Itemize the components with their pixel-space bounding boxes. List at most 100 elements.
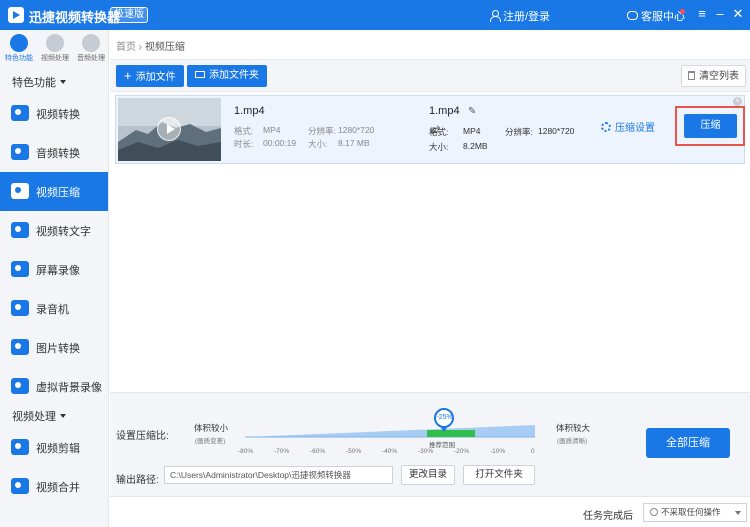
output-format-label: 格式: [429, 127, 449, 137]
sidebar-item-label: 音频转换 [36, 148, 80, 160]
user-icon [490, 10, 501, 22]
after-task-select[interactable]: 不采取任何操作 [643, 503, 747, 522]
output-path-label: 输出路径: [116, 475, 159, 486]
sidebar-item-video-merge[interactable]: 视频合并 [0, 467, 108, 506]
menu-icon[interactable]: ≡ [694, 6, 710, 22]
tab-audio[interactable]: 音频处理 [74, 34, 108, 63]
after-task-value: 不采取任何操作 [661, 507, 721, 517]
remove-file-icon[interactable]: × [733, 97, 742, 106]
music-icon [82, 34, 100, 52]
compress-button[interactable]: 压缩 [684, 114, 737, 138]
sidebar-item-label: 屏幕录像 [36, 265, 80, 277]
section-video-header[interactable]: 视频处理 [0, 406, 108, 428]
sidebar-item-recorder[interactable]: 录音机 [0, 289, 108, 328]
sidebar-item-screen-record[interactable]: 屏幕录像 [0, 250, 108, 289]
add-folder-button[interactable]: 添加文件夹 [187, 65, 267, 87]
video-edit-icon [11, 439, 29, 455]
change-dir-button[interactable]: 更改目录 [401, 465, 455, 485]
toolbar: + 添加文件 添加文件夹 清空列表 [110, 59, 750, 92]
tab-feature[interactable]: 特色功能 [2, 34, 36, 63]
edition-badge: 极速版 [110, 7, 148, 23]
tick-label: -20% [454, 448, 470, 455]
tick-label: -70% [274, 448, 290, 455]
tab-label: 音频处理 [77, 55, 105, 62]
video-to-text-icon [11, 222, 29, 238]
edit-name-icon[interactable]: ✎ [468, 106, 476, 117]
folder-icon [195, 71, 205, 78]
gear-icon [601, 122, 611, 132]
recorder-icon [11, 300, 29, 316]
service-center-link[interactable]: 客服中心 [627, 8, 685, 24]
video-compress-icon [11, 183, 29, 199]
service-label: 客服中心 [641, 11, 685, 23]
compress-settings-link[interactable]: 压缩设置 [601, 119, 655, 134]
tick-label: -80% [238, 448, 254, 455]
app-title: 迅捷视频转换器 [29, 10, 121, 25]
larger-size-sub: (画质清晰) [557, 438, 588, 445]
tick-label: -50% [346, 448, 362, 455]
minimize-icon[interactable]: – [712, 6, 728, 22]
chat-icon [627, 11, 638, 20]
breadcrumb-home[interactable]: 首页 [116, 42, 136, 53]
login-link[interactable]: 注册/登录 [490, 8, 550, 24]
close-icon[interactable]: ✕ [730, 6, 746, 22]
sidebar-item-audio-convert[interactable]: 音频转换 [0, 133, 108, 172]
sidebar-item-video-edit[interactable]: 视频剪辑 [0, 428, 108, 467]
sidebar-item-label: 图片转换 [36, 343, 80, 355]
audio-convert-icon [11, 144, 29, 160]
notification-dot [680, 9, 685, 14]
sidebar-item-label: 视频转换 [36, 109, 80, 121]
plus-icon: + [124, 68, 132, 83]
clear-list-button[interactable]: 清空列表 [681, 65, 746, 87]
output-size-label: 大小: [429, 142, 449, 152]
chevron-down-icon [735, 511, 741, 515]
login-label: 注册/登录 [503, 11, 551, 23]
source-resolution-label: 分辨率: [308, 126, 336, 136]
caret-down-icon [60, 80, 66, 84]
main-panel: 首页 › 视频压缩 + 添加文件 添加文件夹 清空列表 1.mp4 格式: MP4… [110, 30, 750, 527]
add-folder-label: 添加文件夹 [209, 70, 259, 81]
sidebar-item-label: 视频压缩 [36, 187, 80, 199]
output-resolution-label: 分辨率: [505, 127, 533, 137]
clear-list-label: 清空列表 [699, 71, 739, 82]
recommend-range [427, 430, 475, 437]
video-thumbnail[interactable] [118, 98, 221, 161]
source-format-label: 格式: [234, 126, 254, 136]
sidebar-item-label: 录音机 [36, 304, 69, 316]
source-format-value: MP4 [263, 125, 281, 135]
sidebar-item-image-convert[interactable]: 图片转换 [0, 328, 108, 367]
video-merge-icon [11, 478, 29, 494]
after-task-label: 任务完成后 [583, 511, 633, 522]
sidebar: 特色功能 视频处理 音频处理 特色功能 视频转换 音频转换 视频压缩 视频转文字… [0, 30, 109, 527]
sidebar-item-virtual-bg[interactable]: 虚拟背景录像 [0, 367, 108, 406]
ratio-slider[interactable] [245, 421, 537, 445]
section-feature-header[interactable]: 特色功能 [0, 72, 108, 94]
sidebar-item-label: 虚拟背景录像 [36, 382, 102, 394]
compress-all-button[interactable]: 全部压缩 [646, 428, 730, 458]
source-duration-label: 时长: [234, 139, 254, 149]
section-label: 视频处理 [12, 411, 56, 423]
screen-record-icon [11, 261, 29, 277]
play-icon[interactable] [157, 117, 181, 141]
output-path-field[interactable]: C:\Users\Administrator\Desktop\迅捷视频转换器 [164, 466, 393, 484]
open-folder-button[interactable]: 打开文件夹 [463, 465, 535, 485]
breadcrumb: 首页 › 视频压缩 [116, 38, 185, 53]
prohibit-icon [650, 508, 658, 516]
tab-video[interactable]: 视频处理 [38, 34, 72, 63]
breadcrumb-current: 视频压缩 [144, 42, 185, 53]
tick-label: -40% [382, 448, 398, 455]
smaller-size-label: 体积较小 [194, 423, 229, 433]
sidebar-item-video-compress[interactable]: 视频压缩 [0, 172, 108, 211]
virtual-bg-icon [11, 378, 29, 394]
app-logo-icon [8, 7, 24, 23]
compression-panel: 设置压缩比: 体积较小 (画质变差) 体积较大 (画质清晰) -25% 推荐范围… [110, 392, 750, 496]
add-file-label: 添加文件 [135, 72, 176, 83]
sidebar-item-video-to-text[interactable]: 视频转文字 [0, 211, 108, 250]
caret-down-icon [60, 414, 66, 418]
source-size-label: 大小: [308, 139, 328, 149]
add-file-button[interactable]: + 添加文件 [116, 65, 184, 87]
compress-settings-label: 压缩设置 [615, 123, 655, 134]
tab-label: 特色功能 [5, 55, 33, 62]
sidebar-item-video-convert[interactable]: 视频转换 [0, 94, 108, 133]
section-label: 特色功能 [12, 77, 56, 89]
